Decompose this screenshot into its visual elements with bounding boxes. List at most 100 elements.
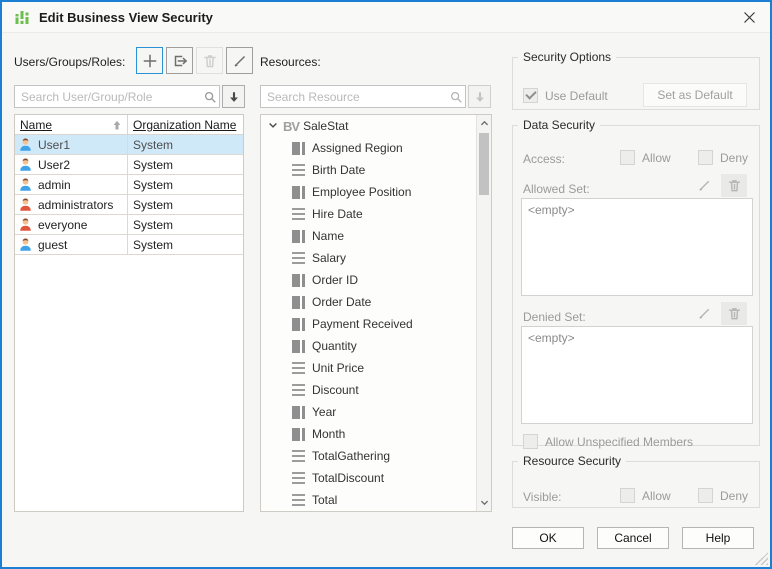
field-icon xyxy=(292,296,305,309)
field-icon xyxy=(292,450,305,462)
user-search-input[interactable] xyxy=(15,90,201,104)
tree-item[interactable]: Salary xyxy=(261,247,491,269)
tree-item[interactable]: Birth Date xyxy=(261,159,491,181)
user-name: User1 xyxy=(38,138,70,152)
resource-search-go-button[interactable] xyxy=(468,85,491,108)
tree-scrollbar[interactable] xyxy=(476,115,491,511)
resource-search-box xyxy=(260,85,466,108)
tree-item[interactable]: Hire Date xyxy=(261,203,491,225)
tree-item-label: Total xyxy=(312,493,337,507)
users-groups-roles-label: Users/Groups/Roles: xyxy=(14,55,125,69)
user-org: System xyxy=(133,238,173,252)
tree-item[interactable]: TotalGathering xyxy=(261,445,491,467)
user-icon xyxy=(18,197,33,212)
user-row[interactable]: User2 System xyxy=(15,155,243,175)
user-icon xyxy=(18,177,33,192)
user-icon xyxy=(18,217,33,232)
resources-label: Resources: xyxy=(260,55,321,69)
tree-item[interactable]: Discount xyxy=(261,379,491,401)
tree-item-label: Assigned Region xyxy=(312,141,403,155)
tree-item[interactable]: Quantity xyxy=(261,335,491,357)
user-row[interactable]: guest System xyxy=(15,235,243,255)
tree-item-label: Month xyxy=(312,427,345,441)
user-row[interactable]: admin System xyxy=(15,175,243,195)
user-row[interactable]: everyone System xyxy=(15,215,243,235)
search-icon xyxy=(201,90,219,104)
allowed-set-box[interactable]: <empty> xyxy=(521,198,753,296)
ok-button[interactable]: OK xyxy=(512,527,584,549)
tree-item-label: Employee Position xyxy=(312,185,411,199)
title-bar: Edit Business View Security xyxy=(2,2,770,33)
visible-deny-checkbox[interactable]: Deny xyxy=(698,488,748,503)
tree-item[interactable]: Total xyxy=(261,489,491,511)
close-icon[interactable] xyxy=(740,8,758,26)
field-icon xyxy=(292,362,305,374)
user-icon xyxy=(18,137,33,152)
tree-items: Assigned Region Birth Date Employee Posi… xyxy=(261,137,491,511)
add-button[interactable] xyxy=(136,47,163,74)
user-icon xyxy=(18,157,33,172)
user-row[interactable]: administrators System xyxy=(15,195,243,215)
tree-item-label: Unit Price xyxy=(312,361,364,375)
tree-item[interactable]: Order ID xyxy=(261,269,491,291)
tree-item-label: Birth Date xyxy=(312,163,365,177)
allowed-set-delete-button[interactable] xyxy=(721,174,747,197)
tree-item-label: TotalGathering xyxy=(312,449,390,463)
tree-item-label: Hire Date xyxy=(312,207,363,221)
tree-item[interactable]: Month xyxy=(261,423,491,445)
tree-item[interactable]: Payment Received xyxy=(261,313,491,335)
user-search-go-button[interactable] xyxy=(222,85,245,108)
access-allow-checkbox[interactable]: Allow xyxy=(620,150,671,165)
access-deny-checkbox[interactable]: Deny xyxy=(698,150,748,165)
tree-item-label: Order Date xyxy=(312,295,371,309)
field-icon xyxy=(292,208,305,220)
column-header-name[interactable]: Name xyxy=(15,115,128,134)
column-header-organization[interactable]: Organization Name xyxy=(128,115,243,134)
tree-item[interactable]: Assigned Region xyxy=(261,137,491,159)
field-icon xyxy=(292,406,305,419)
tree-item[interactable]: Order Date xyxy=(261,291,491,313)
field-icon xyxy=(292,384,305,396)
tree-root-salestat[interactable]: BV SaleStat xyxy=(261,115,491,137)
edit-button[interactable] xyxy=(226,47,253,74)
tree-item-label: Quantity xyxy=(312,339,357,353)
field-icon xyxy=(292,252,305,264)
scroll-down-icon[interactable] xyxy=(477,495,491,510)
tree-item-label: Order ID xyxy=(312,273,358,287)
field-icon xyxy=(292,494,305,506)
field-icon xyxy=(292,142,305,155)
set-as-default-button[interactable]: Set as Default xyxy=(643,83,747,107)
delete-button[interactable] xyxy=(196,47,223,74)
chevron-down-icon xyxy=(267,119,279,134)
resize-grip[interactable] xyxy=(755,552,768,565)
resources-tree: BV SaleStat Assigned Region Birth Date E… xyxy=(260,114,492,512)
allow-unspecified-members-checkbox[interactable]: Allow Unspecified Members xyxy=(523,434,693,449)
scroll-up-icon[interactable] xyxy=(477,116,491,131)
user-icon xyxy=(18,237,33,252)
tree-item-label: Payment Received xyxy=(312,317,413,331)
denied-set-delete-button[interactable] xyxy=(721,302,747,325)
user-row[interactable]: User1 System xyxy=(15,135,243,155)
export-button[interactable] xyxy=(166,47,193,74)
cancel-button[interactable]: Cancel xyxy=(597,527,669,549)
security-options-legend: Security Options xyxy=(518,50,616,64)
data-security-group: Data Security Access: Allow Deny Allowed… xyxy=(512,118,760,446)
allowed-set-label: Allowed Set: xyxy=(523,182,590,196)
user-name: administrators xyxy=(38,198,113,212)
tree-item[interactable]: Unit Price xyxy=(261,357,491,379)
denied-set-box[interactable]: <empty> xyxy=(521,326,753,424)
field-icon xyxy=(292,186,305,199)
visible-allow-checkbox[interactable]: Allow xyxy=(620,488,671,503)
tree-item[interactable]: TotalDiscount xyxy=(261,467,491,489)
denied-set-edit-button[interactable] xyxy=(691,302,717,325)
help-button[interactable]: Help xyxy=(682,527,754,549)
user-name: User2 xyxy=(38,158,70,172)
tree-item[interactable]: Name xyxy=(261,225,491,247)
tree-item[interactable]: Year xyxy=(261,401,491,423)
tree-item[interactable]: Employee Position xyxy=(261,181,491,203)
use-default-checkbox[interactable]: Use Default xyxy=(523,88,608,103)
resource-search-input[interactable] xyxy=(261,90,447,104)
allowed-set-edit-button[interactable] xyxy=(691,174,717,197)
scrollbar-thumb[interactable] xyxy=(479,133,489,195)
tree-item-label: Year xyxy=(312,405,336,419)
